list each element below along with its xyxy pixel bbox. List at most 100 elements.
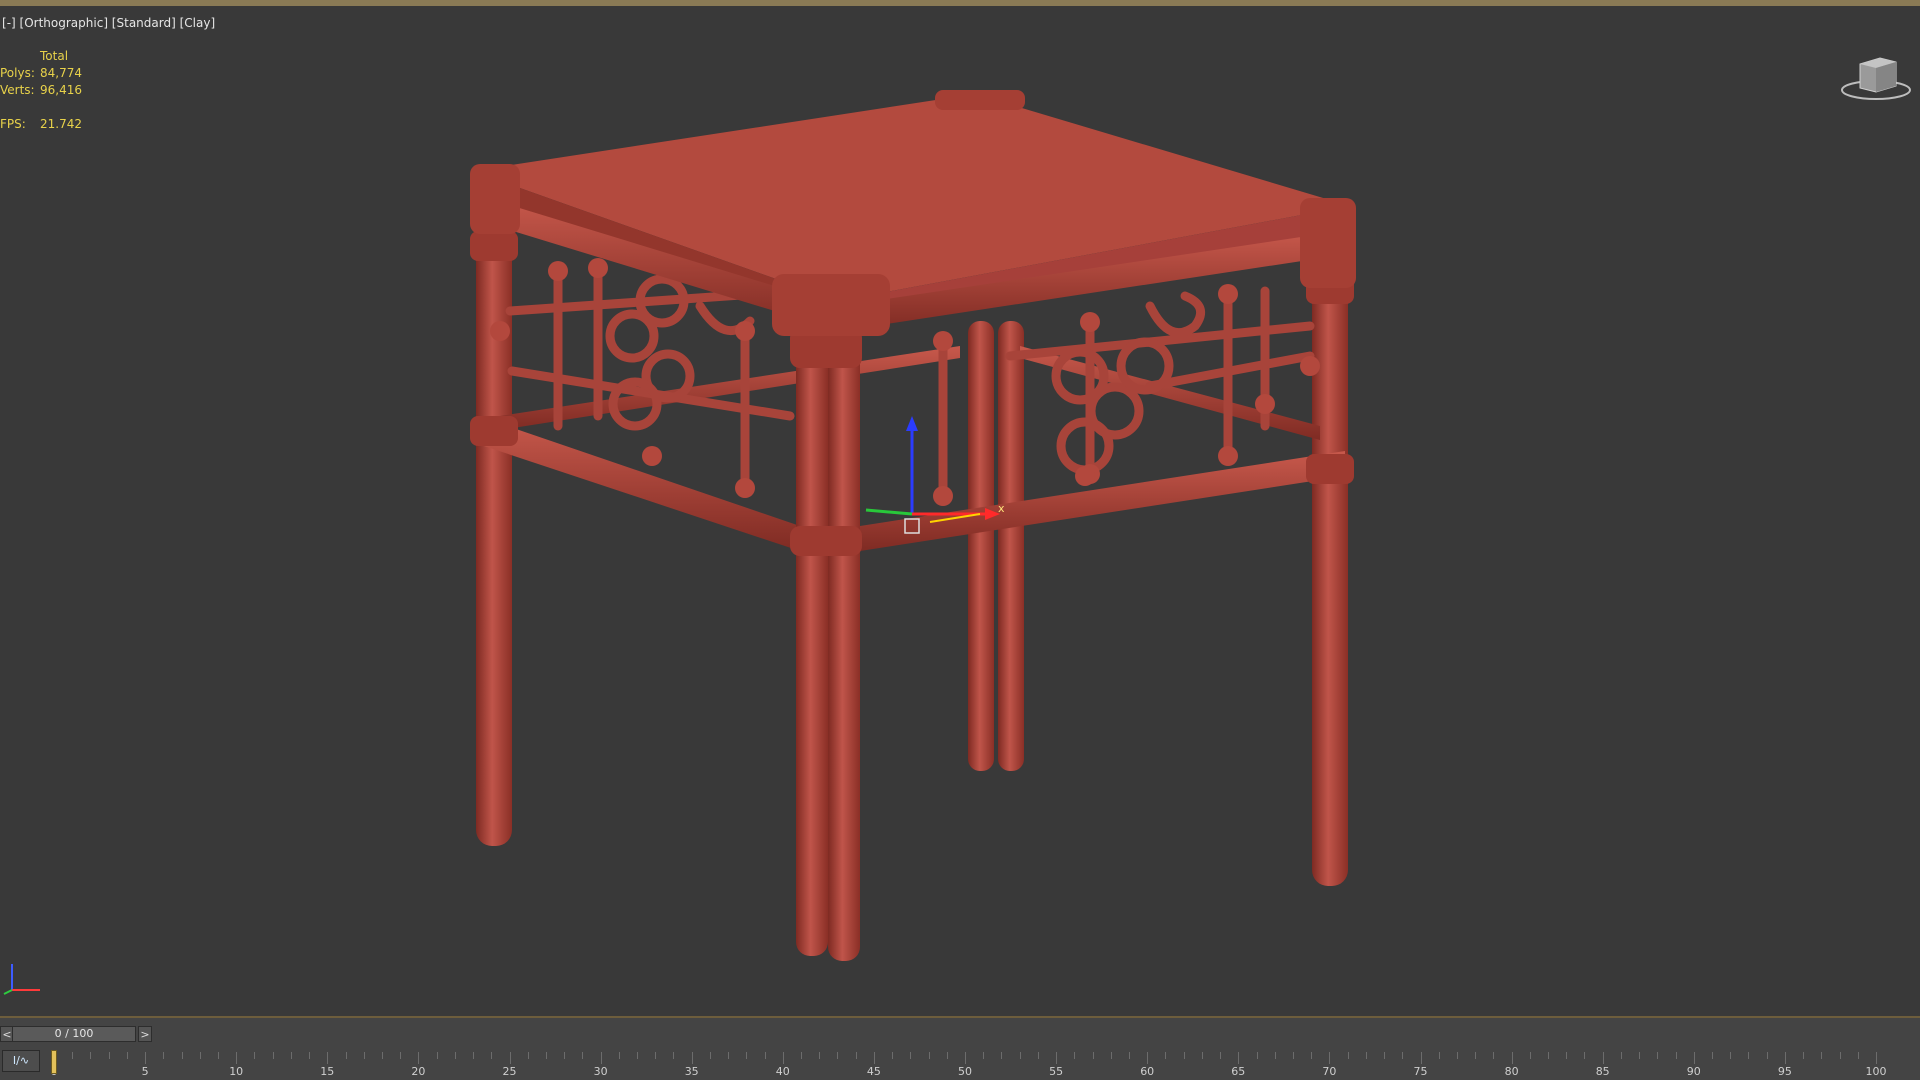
frame-tick: [983, 1052, 985, 1059]
frame-tick: [454, 1052, 456, 1059]
frame-tick: [126, 1052, 128, 1059]
frame-tick: [1712, 1052, 1714, 1059]
frame-tick: [709, 1052, 711, 1059]
frame-tick-label: 25: [502, 1065, 517, 1078]
frame-tick: [782, 1052, 784, 1064]
frame-tick: [436, 1052, 438, 1059]
frame-tick: [1438, 1052, 1440, 1059]
frame-tick-label: 50: [958, 1065, 972, 1078]
frame-tick: [1074, 1052, 1076, 1059]
frame-tick: [1529, 1052, 1531, 1059]
frame-tick: [1748, 1052, 1750, 1059]
frame-tick: [1420, 1052, 1422, 1064]
frame-tick: [1456, 1052, 1458, 1059]
frame-tick: [108, 1052, 110, 1059]
frame-tick: [691, 1052, 693, 1064]
frame-tick: [1238, 1052, 1240, 1064]
frame-tick: [1475, 1052, 1477, 1059]
frame-tick-label: 65: [1231, 1065, 1246, 1078]
frame-tick: [655, 1052, 657, 1059]
time-slider[interactable]: < 0 / 100 >: [0, 1026, 1920, 1044]
frame-tick: [254, 1052, 256, 1059]
frame-tick-label: 85: [1595, 1065, 1610, 1078]
viewport-perspective[interactable]: [-] [Orthographic] [Standard] [Clay] Tot…: [0, 0, 1920, 1016]
frame-tick: [145, 1052, 147, 1064]
frame-tick-label: 20: [411, 1065, 426, 1078]
frame-tick: [618, 1052, 620, 1059]
frame-tick: [1639, 1052, 1641, 1059]
frame-tick-label: 70: [1322, 1065, 1337, 1078]
track-bar[interactable]: I∕∿ 051015202530354045505560657075808590…: [0, 1048, 1920, 1080]
frame-tick: [1092, 1052, 1094, 1059]
frame-tick-label: 60: [1140, 1065, 1155, 1078]
frame-tick: [1821, 1052, 1823, 1059]
frame-tick: [236, 1052, 238, 1064]
frame-tick-label: 10: [229, 1065, 244, 1078]
next-frame-button[interactable]: >: [138, 1026, 152, 1042]
frame-tick: [327, 1052, 329, 1064]
frame-tick: [965, 1052, 966, 1064]
stool-geometry: [470, 90, 1356, 961]
frame-tick: [600, 1052, 602, 1064]
frame-tick-label: 55: [1049, 1065, 1064, 1078]
frame-tick: [491, 1052, 493, 1059]
frame-tick: [1602, 1052, 1604, 1064]
frame-tick: [1784, 1052, 1786, 1064]
frame-tick: [400, 1052, 402, 1059]
frame-tick: [363, 1052, 365, 1059]
frame-tick-label: 15: [320, 1065, 335, 1078]
frame-tick: [564, 1052, 566, 1059]
frame-tick: [381, 1052, 383, 1059]
frame-tick: [527, 1052, 529, 1059]
frame-tick: [855, 1052, 857, 1059]
current-frame-marker[interactable]: [51, 1050, 57, 1074]
frame-tick: [837, 1052, 839, 1059]
frame-tick: [1256, 1052, 1258, 1059]
frame-tick: [199, 1052, 201, 1059]
world-axis-icon: [3, 964, 40, 995]
frame-ruler[interactable]: 0510152025303540455055606570758085909510…: [50, 1048, 1892, 1080]
frame-tick: [1201, 1052, 1203, 1059]
frame-tick: [72, 1052, 74, 1059]
frame-tick: [1056, 1052, 1058, 1064]
frame-tick: [1839, 1052, 1841, 1059]
frame-tick: [637, 1052, 639, 1059]
frame-tick: [1128, 1052, 1130, 1059]
frame-tick: [746, 1052, 748, 1059]
frame-tick: [1511, 1052, 1513, 1064]
frame-tick: [473, 1052, 475, 1059]
frame-tick: [1329, 1052, 1331, 1064]
frame-tick: [582, 1052, 584, 1059]
frame-tick: [1803, 1052, 1805, 1059]
frame-tick: [181, 1052, 183, 1059]
frame-tick: [1165, 1052, 1167, 1059]
frame-tick-label: 90: [1686, 1065, 1701, 1078]
frame-tick: [272, 1052, 274, 1059]
frame-tick: [1147, 1052, 1149, 1064]
frame-tick: [1566, 1052, 1568, 1059]
frame-tick: [217, 1052, 219, 1059]
frame-indicator[interactable]: 0 / 100: [12, 1026, 136, 1042]
frame-tick-label: 75: [1413, 1065, 1428, 1078]
frame-tick: [1183, 1052, 1185, 1059]
frame-tick: [1584, 1052, 1586, 1059]
frame-tick: [1766, 1052, 1768, 1059]
svg-text:x: x: [998, 502, 1005, 515]
frame-tick-label: 40: [775, 1065, 790, 1078]
frame-tick-label: 5: [141, 1065, 149, 1078]
frame-tick: [1220, 1052, 1222, 1059]
frame-tick: [309, 1052, 311, 1059]
frame-tick: [801, 1052, 803, 1059]
frame-tick: [545, 1052, 547, 1059]
frame-tick-label: 30: [593, 1065, 608, 1078]
frame-tick: [1037, 1052, 1039, 1059]
frame-tick: [1620, 1052, 1622, 1059]
stool-model[interactable]: x: [0, 6, 1920, 1016]
frame-tick: [290, 1052, 292, 1059]
frame-tick-label: 100: [1865, 1065, 1887, 1078]
frame-tick: [928, 1052, 930, 1059]
curve-editor-button[interactable]: I∕∿: [2, 1050, 40, 1072]
frame-tick: [1402, 1052, 1404, 1059]
frame-tick: [819, 1052, 821, 1059]
frame-tick: [163, 1052, 165, 1059]
